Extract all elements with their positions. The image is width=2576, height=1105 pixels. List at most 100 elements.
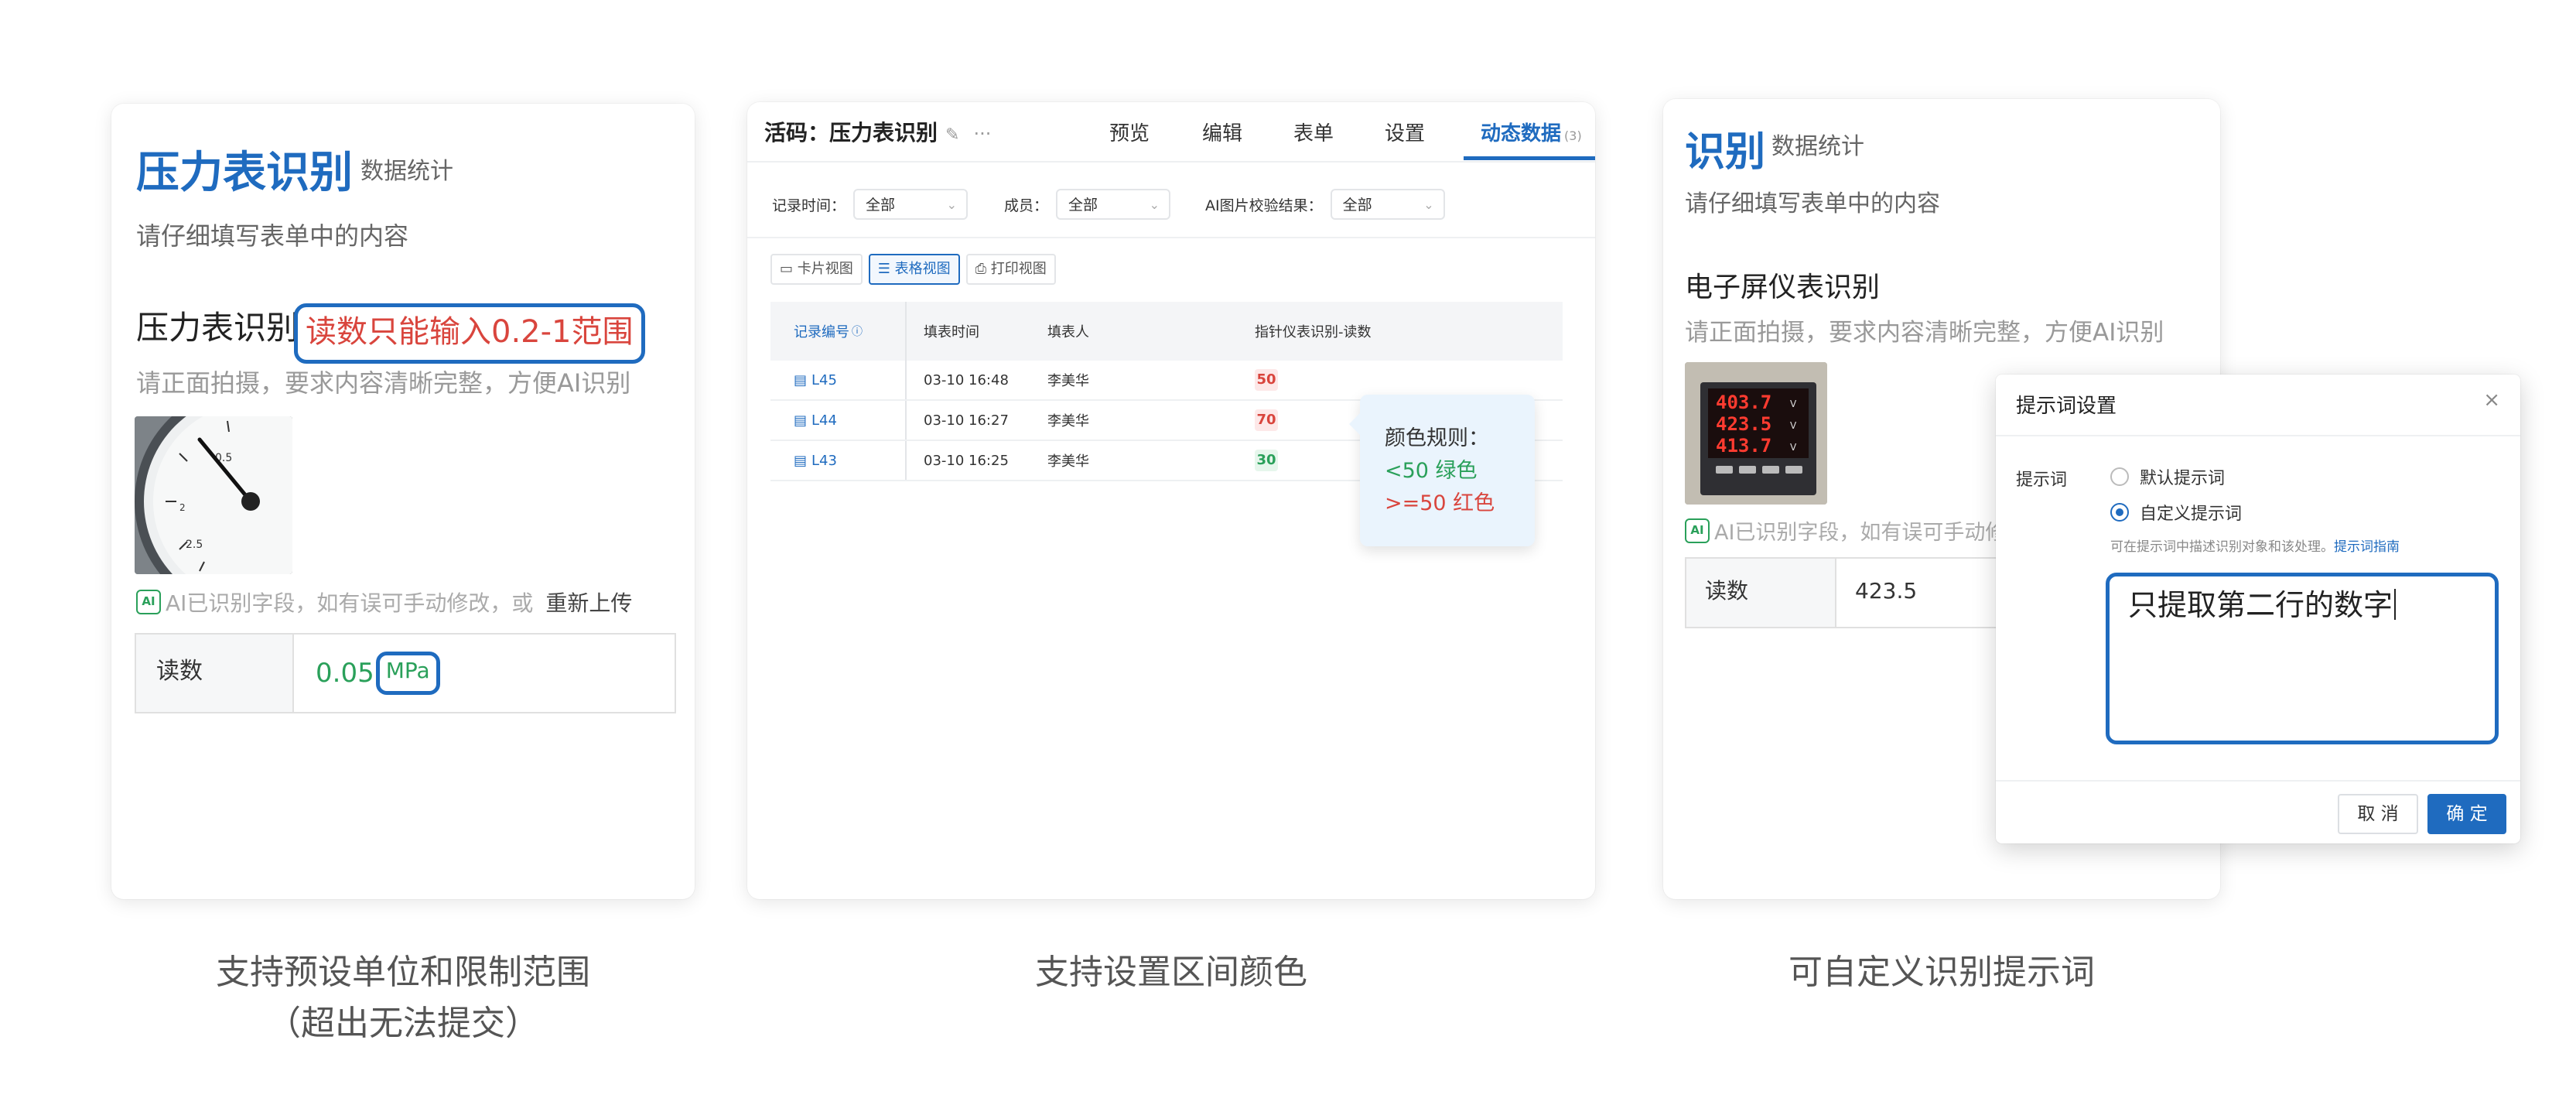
divider bbox=[747, 237, 1595, 238]
svg-text:2: 2 bbox=[179, 502, 186, 513]
ai-notice-text: AI已识别字段，如有误可手动修改，或 bbox=[166, 590, 534, 616]
range-warning: 读数只能输入0.2-1范围 bbox=[294, 303, 645, 364]
reading-row: 读数 0.05 MPa bbox=[135, 633, 676, 713]
list-icon: ☰ bbox=[877, 261, 895, 277]
record-time: 03-10 16:25 bbox=[924, 452, 1009, 469]
tab-count: (3) bbox=[1564, 128, 1582, 143]
tab-edit[interactable]: 编辑 bbox=[1202, 118, 1242, 146]
filter-record-time: 记录时间： 全部 ⌄ bbox=[772, 189, 969, 220]
reading-pill: 50 bbox=[1255, 369, 1278, 391]
card-icon: ▭ bbox=[780, 261, 798, 277]
active-tab-indicator bbox=[1464, 156, 1595, 160]
reading-unit: MPa bbox=[375, 652, 440, 695]
tab-form[interactable]: 表单 bbox=[1293, 118, 1334, 146]
ai-icon: AI bbox=[1685, 518, 1710, 543]
form-description: 请仔细填写表单中的内容 bbox=[1685, 190, 1940, 217]
reupload-link[interactable]: 重新上传 bbox=[545, 587, 632, 618]
tooltip-rule-red: >=50 红色 bbox=[1385, 491, 1495, 515]
header-bar: 活码：压力表识别 ✎ ··· 预览 编辑 表单 设置 动态数据 (3) bbox=[747, 102, 1595, 162]
caption-unit-range: 支持预设单位和限制范围 （超出无法提交） bbox=[216, 953, 590, 1043]
prompt-guide-link[interactable]: 提示词指南 bbox=[2334, 539, 2400, 555]
caption-custom-prompt: 可自定义识别提示词 bbox=[1789, 953, 2095, 992]
column-header-user[interactable]: 填表人 bbox=[1032, 321, 1255, 341]
prompt-label: 提示词 bbox=[2016, 470, 2068, 490]
card-view-button[interactable]: ▭ 卡片视图 bbox=[770, 254, 863, 285]
svg-text:423.5: 423.5 bbox=[1716, 413, 1771, 435]
divider bbox=[1996, 435, 2520, 436]
tooltip-title: 颜色规则： bbox=[1385, 426, 1489, 450]
radio-default-prompt[interactable]: 默认提示词 bbox=[2110, 464, 2225, 489]
form-description: 请仔细填写表单中的内容 bbox=[136, 221, 409, 251]
table-header: 记录编号 ⓘ 填表时间 填表人 指针仪表识别-读数 bbox=[770, 302, 1563, 361]
column-header-id[interactable]: 记录编号 ⓘ bbox=[770, 302, 907, 361]
filter-member: 成员： 全部 ⌄ bbox=[1004, 189, 1171, 220]
dialog-title: 提示词设置 bbox=[2016, 395, 2117, 418]
prompt-note: 可在提示词中描述识别对象和该处理。提示词指南 bbox=[2110, 539, 2400, 555]
help-icon: ⓘ bbox=[852, 326, 863, 338]
form-title: 识别 bbox=[1685, 129, 1766, 176]
svg-text:V: V bbox=[1790, 442, 1797, 453]
tab-dynamic-data[interactable]: 动态数据 (3) bbox=[1481, 118, 1582, 146]
stats-link[interactable]: 数据统计 bbox=[1771, 127, 1864, 161]
field-hint: 请正面拍摄，要求内容清晰完整，方便AI识别 bbox=[1685, 319, 2164, 347]
page-title: 活码：压力表识别 ✎ ··· bbox=[764, 120, 992, 145]
tab-preview[interactable]: 预览 bbox=[1109, 118, 1150, 146]
svg-text:V: V bbox=[1790, 420, 1797, 431]
radio-icon[interactable] bbox=[2110, 467, 2129, 486]
stats-link[interactable]: 数据统计 bbox=[360, 152, 453, 186]
divider bbox=[1996, 780, 2520, 782]
printer-icon: ⎙ bbox=[975, 261, 991, 277]
more-icon[interactable]: ··· bbox=[973, 123, 991, 145]
edit-icon[interactable]: ✎ bbox=[945, 125, 959, 145]
print-view-button[interactable]: ⎙ 打印视图 bbox=[965, 254, 1056, 285]
field-label: 电子屏仪表识别 bbox=[1685, 272, 1881, 303]
record-time-select[interactable]: 全部 ⌄ bbox=[853, 189, 969, 220]
radio-selected-icon[interactable] bbox=[2110, 503, 2129, 522]
dynamic-data-card: 活码：压力表识别 ✎ ··· 预览 编辑 表单 设置 动态数据 (3) 记录时间： 全… bbox=[747, 102, 1595, 899]
reading-label: 读数 bbox=[1686, 559, 1836, 627]
record-icon: ▤ bbox=[794, 452, 808, 469]
cancel-button[interactable]: 取 消 bbox=[2338, 794, 2418, 834]
record-id[interactable]: L44 bbox=[811, 412, 837, 429]
svg-text:V: V bbox=[1790, 399, 1797, 409]
ai-check-select[interactable]: 全部 ⌄ bbox=[1330, 189, 1445, 220]
column-header-time[interactable]: 填表时间 bbox=[907, 321, 1032, 341]
ai-notice-text: AI已识别字段，如有误可手动修改 bbox=[1714, 521, 2028, 545]
close-icon[interactable]: × bbox=[2483, 388, 2500, 412]
record-icon: ▤ bbox=[794, 412, 808, 429]
field-hint: 请正面拍摄，要求内容清晰完整，方便AI识别 bbox=[136, 368, 631, 398]
record-time: 03-10 16:48 bbox=[924, 371, 1009, 388]
radio-custom-prompt[interactable]: 自定义提示词 bbox=[2110, 500, 2242, 525]
column-header-reading[interactable]: 指针仪表识别-读数 bbox=[1255, 321, 1563, 341]
ai-notice: AI AI已识别字段，如有误可手动修改 bbox=[1685, 515, 2027, 546]
record-time: 03-10 16:27 bbox=[924, 412, 1009, 429]
record-user: 李美华 bbox=[1047, 413, 1089, 429]
ai-notice: AI AI已识别字段，如有误可手动修改，或 重新上传 bbox=[136, 587, 632, 618]
field-label: 压力表识别 bbox=[136, 309, 299, 347]
confirm-button[interactable]: 确 定 bbox=[2427, 794, 2506, 834]
caption-interval-color: 支持设置区间颜色 bbox=[1035, 953, 1307, 992]
pressure-gauge-photo[interactable]: 0.5 2 2.5 bbox=[135, 416, 292, 574]
svg-text:2.5: 2.5 bbox=[186, 539, 203, 551]
form-title: 压力表识别 bbox=[136, 148, 353, 198]
color-rule-tooltip: 颜色规则： <50 绿色 >=50 红色 bbox=[1349, 395, 1535, 546]
reading-pill: 70 bbox=[1255, 409, 1278, 431]
digital-meter-photo[interactable]: 403.7 423.5 413.7 VVV bbox=[1685, 362, 1827, 505]
reading-pill: 30 bbox=[1255, 450, 1278, 471]
filter-ai-check: AI图片校验结果： 全部 ⌄ bbox=[1205, 189, 1445, 220]
prompt-textarea[interactable]: 只提取第二行的数字 bbox=[2106, 573, 2499, 744]
tab-settings[interactable]: 设置 bbox=[1385, 118, 1425, 146]
view-switcher: ▭ 卡片视图 ☰ 表格视图 ⎙ 打印视图 bbox=[770, 254, 1056, 285]
chevron-down-icon: ⌄ bbox=[1149, 197, 1160, 212]
record-user: 李美华 bbox=[1047, 373, 1089, 389]
record-id[interactable]: L43 bbox=[811, 453, 837, 469]
record-id[interactable]: L45 bbox=[811, 372, 837, 388]
member-select[interactable]: 全部 ⌄ bbox=[1056, 189, 1171, 220]
reading-value: 0.05 bbox=[316, 658, 374, 689]
reading-input[interactable]: 0.05 MPa bbox=[294, 635, 675, 712]
prompt-settings-dialog: 提示词设置 × 提示词 默认提示词 自定义提示词 可在提示词中描述识别对象和该处… bbox=[1996, 375, 2520, 843]
table-view-button[interactable]: ☰ 表格视图 bbox=[868, 254, 960, 285]
ai-icon: AI bbox=[136, 590, 161, 614]
chevron-down-icon: ⌄ bbox=[1423, 197, 1434, 212]
svg-text:403.7: 403.7 bbox=[1716, 392, 1771, 413]
